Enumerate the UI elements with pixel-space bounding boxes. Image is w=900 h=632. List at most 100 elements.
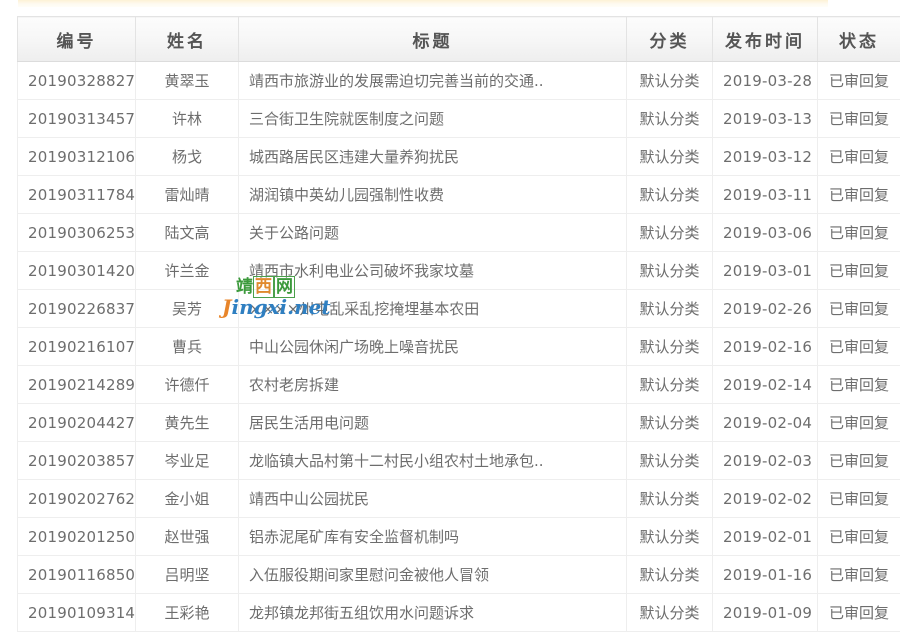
cell-status: 已审回复 [818,442,900,480]
cell-title[interactable]: ××××州屯乱采乱挖掩埋基本农田 [239,290,627,328]
cell-title[interactable]: 居民生活用电问题 [239,404,627,442]
cell-id: 201903014203 [18,252,136,290]
cell-title[interactable]: 中山公园休闲广场晚上噪音扰民 [239,328,627,366]
cell-category: 默认分类 [627,594,713,632]
table-header-row: 编号 姓名 标题 分类 发布时间 状态 [18,17,900,62]
cell-status: 已审回复 [818,594,900,632]
cell-status: 已审回复 [818,518,900,556]
table-row[interactable]: 201901168503吕明坚入伍服役期间家里慰问金被他人冒领默认分类2019-… [18,556,900,594]
cell-category: 默认分类 [627,480,713,518]
cell-title[interactable]: 靖西市水利电业公司破坏我家坟墓 [239,252,627,290]
cell-id: 201902044277 [18,404,136,442]
cell-status: 已审回复 [818,100,900,138]
cell-name: 黄翠玉 [136,62,239,100]
cell-date: 2019-03-11 [713,176,818,214]
cell-name: 吕明坚 [136,556,239,594]
table-row[interactable]: 201903014203许兰金靖西市水利电业公司破坏我家坟墓默认分类2019-0… [18,252,900,290]
cell-title[interactable]: 靖西中山公园扰民 [239,480,627,518]
cell-date: 2019-02-02 [713,480,818,518]
cell-id: 201902161072 [18,328,136,366]
cell-status: 已审回复 [818,328,900,366]
table-row[interactable]: 201901093149王彩艳龙邦镇龙邦街五组饮用水问题诉求默认分类2019-0… [18,594,900,632]
cell-status: 已审回复 [818,62,900,100]
cell-category: 默认分类 [627,366,713,404]
cell-name: 雷灿晴 [136,176,239,214]
table-row[interactable]: 201903117843雷灿晴湖润镇中英幼儿园强制性收费默认分类2019-03-… [18,176,900,214]
cell-category: 默认分类 [627,290,713,328]
cell-id: 201903121065 [18,138,136,176]
cell-category: 默认分类 [627,252,713,290]
cell-name: 黄先生 [136,404,239,442]
cell-id: 201903288272 [18,62,136,100]
cell-title[interactable]: 龙临镇大品村第十二村民小组农村土地承包.. [239,442,627,480]
cell-id: 201902268374 [18,290,136,328]
column-header-status[interactable]: 状态 [818,17,900,62]
cell-title[interactable]: 城西路居民区违建大量养狗扰民 [239,138,627,176]
cell-category: 默认分类 [627,556,713,594]
column-header-category[interactable]: 分类 [627,17,713,62]
cell-status: 已审回复 [818,404,900,442]
cell-title[interactable]: 三合街卫生院就医制度之问题 [239,100,627,138]
complaint-listing-container: 编号 姓名 标题 分类 发布时间 状态 201903288272黄翠玉靖西市旅游… [17,16,900,632]
cell-date: 2019-03-13 [713,100,818,138]
cell-id: 201903134578 [18,100,136,138]
table-row[interactable]: 201903288272黄翠玉靖西市旅游业的发展需迫切完善当前的交通..默认分类… [18,62,900,100]
table-row[interactable]: 201902044277黄先生居民生活用电问题默认分类2019-02-04已审回… [18,404,900,442]
cell-id: 201902142892 [18,366,136,404]
cell-status: 已审回复 [818,480,900,518]
cell-name: 曹兵 [136,328,239,366]
cell-category: 默认分类 [627,176,713,214]
cell-status: 已审回复 [818,176,900,214]
cell-status: 已审回复 [818,138,900,176]
cell-date: 2019-02-14 [713,366,818,404]
cell-title[interactable]: 关于公路问题 [239,214,627,252]
cell-date: 2019-03-12 [713,138,818,176]
cell-category: 默认分类 [627,518,713,556]
cell-title[interactable]: 入伍服役期间家里慰问金被他人冒领 [239,556,627,594]
table-row[interactable]: 201903062538陆文高关于公路问题默认分类2019-03-06已审回复 [18,214,900,252]
cell-name: 许兰金 [136,252,239,290]
table-row[interactable]: 201902161072曹兵中山公园休闲广场晚上噪音扰民默认分类2019-02-… [18,328,900,366]
table-row[interactable]: 201902142892许德仟农村老房拆建默认分类2019-02-14已审回复 [18,366,900,404]
cell-status: 已审回复 [818,252,900,290]
cell-name: 金小姐 [136,480,239,518]
table-row[interactable]: 201902038577岑业足龙临镇大品村第十二村民小组农村土地承包..默认分类… [18,442,900,480]
column-header-title[interactable]: 标题 [239,17,627,62]
table-row[interactable]: 201902027625金小姐靖西中山公园扰民默认分类2019-02-02已审回… [18,480,900,518]
cell-id: 201901168503 [18,556,136,594]
table-row[interactable]: 201902268374吴芳××××州屯乱采乱挖掩埋基本农田默认分类2019-0… [18,290,900,328]
table-row[interactable]: 201903134578许林三合街卫生院就医制度之问题默认分类2019-03-1… [18,100,900,138]
cell-status: 已审回复 [818,290,900,328]
cell-category: 默认分类 [627,404,713,442]
column-header-id[interactable]: 编号 [18,17,136,62]
cell-title[interactable]: 铝赤泥尾矿库有安全监督机制吗 [239,518,627,556]
cell-title[interactable]: 农村老房拆建 [239,366,627,404]
cell-name: 吴芳 [136,290,239,328]
cell-title[interactable]: 湖润镇中英幼儿园强制性收费 [239,176,627,214]
table-header: 编号 姓名 标题 分类 发布时间 状态 [18,17,900,62]
cell-date: 2019-01-16 [713,556,818,594]
cell-title[interactable]: 龙邦镇龙邦街五组饮用水问题诉求 [239,594,627,632]
cell-id: 201901093149 [18,594,136,632]
cell-category: 默认分类 [627,62,713,100]
table-row[interactable]: 201903121065杨戈城西路居民区违建大量养狗扰民默认分类2019-03-… [18,138,900,176]
column-header-name[interactable]: 姓名 [136,17,239,62]
cell-id: 201903117843 [18,176,136,214]
cell-name: 许林 [136,100,239,138]
cell-date: 2019-02-04 [713,404,818,442]
cell-status: 已审回复 [818,556,900,594]
cell-date: 2019-02-03 [713,442,818,480]
cell-date: 2019-02-01 [713,518,818,556]
cell-status: 已审回复 [818,366,900,404]
top-accent-strip [18,0,828,7]
table-row[interactable]: 201902012506赵世强铝赤泥尾矿库有安全监督机制吗默认分类2019-02… [18,518,900,556]
column-header-date[interactable]: 发布时间 [713,17,818,62]
cell-name: 王彩艳 [136,594,239,632]
cell-title[interactable]: 靖西市旅游业的发展需迫切完善当前的交通.. [239,62,627,100]
cell-name: 许德仟 [136,366,239,404]
cell-category: 默认分类 [627,138,713,176]
cell-date: 2019-03-01 [713,252,818,290]
table-body: 201903288272黄翠玉靖西市旅游业的发展需迫切完善当前的交通..默认分类… [18,62,900,632]
cell-category: 默认分类 [627,442,713,480]
cell-id: 201902038577 [18,442,136,480]
